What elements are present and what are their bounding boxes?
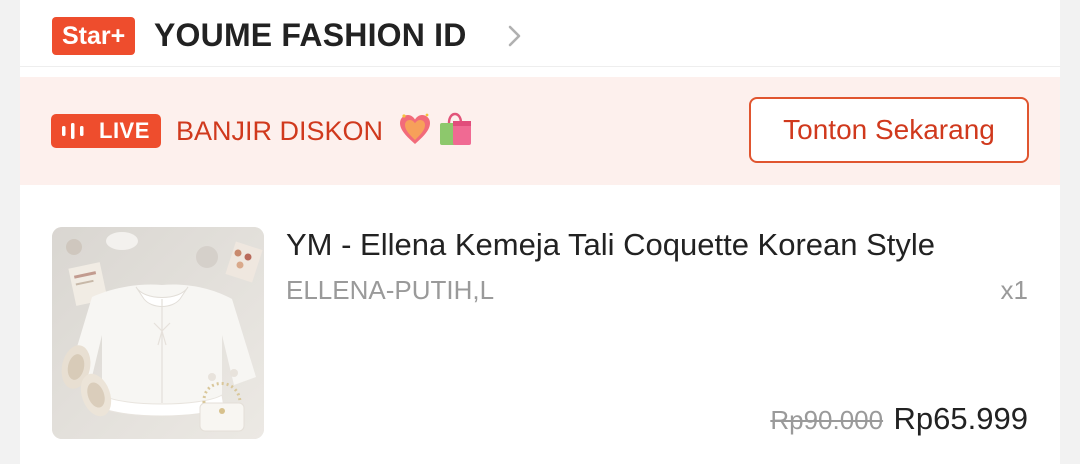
live-banner[interactable]: LIVE BANJIR DISKON Tonton Sekarang xyxy=(20,77,1060,185)
shopping-bag-icon xyxy=(440,112,471,145)
product-name[interactable]: YM - Ellena Kemeja Tali Coquette Korean … xyxy=(286,224,1046,266)
original-price: Rp90.000 xyxy=(770,405,884,435)
product-image[interactable] xyxy=(52,227,264,439)
live-bars-icon xyxy=(62,123,84,139)
product-variation: ELLENA-PUTIH,L xyxy=(286,275,495,305)
shop-name[interactable]: YOUME FASHION ID xyxy=(154,14,467,56)
star-plus-badge: Star+ xyxy=(52,17,136,55)
sparkling-heart-icon xyxy=(400,113,430,144)
chevron-right-icon[interactable] xyxy=(504,24,526,48)
watch-now-button[interactable]: Tonton Sekarang xyxy=(749,97,1029,163)
live-badge: LIVE xyxy=(51,114,161,148)
price-row: Rp90.000 Rp65.999 xyxy=(770,398,1028,446)
product-photo xyxy=(52,227,264,439)
final-price: Rp65.999 xyxy=(893,401,1028,436)
live-label: LIVE xyxy=(99,118,150,143)
product-quantity: x1 xyxy=(1000,275,1028,305)
live-promo-text: BANJIR DISKON xyxy=(176,116,384,146)
shop-header[interactable]: Star+ YOUME FASHION ID xyxy=(20,0,1060,67)
order-card: Star+ YOUME FASHION ID LIVE BANJIR DISKO… xyxy=(20,0,1060,464)
